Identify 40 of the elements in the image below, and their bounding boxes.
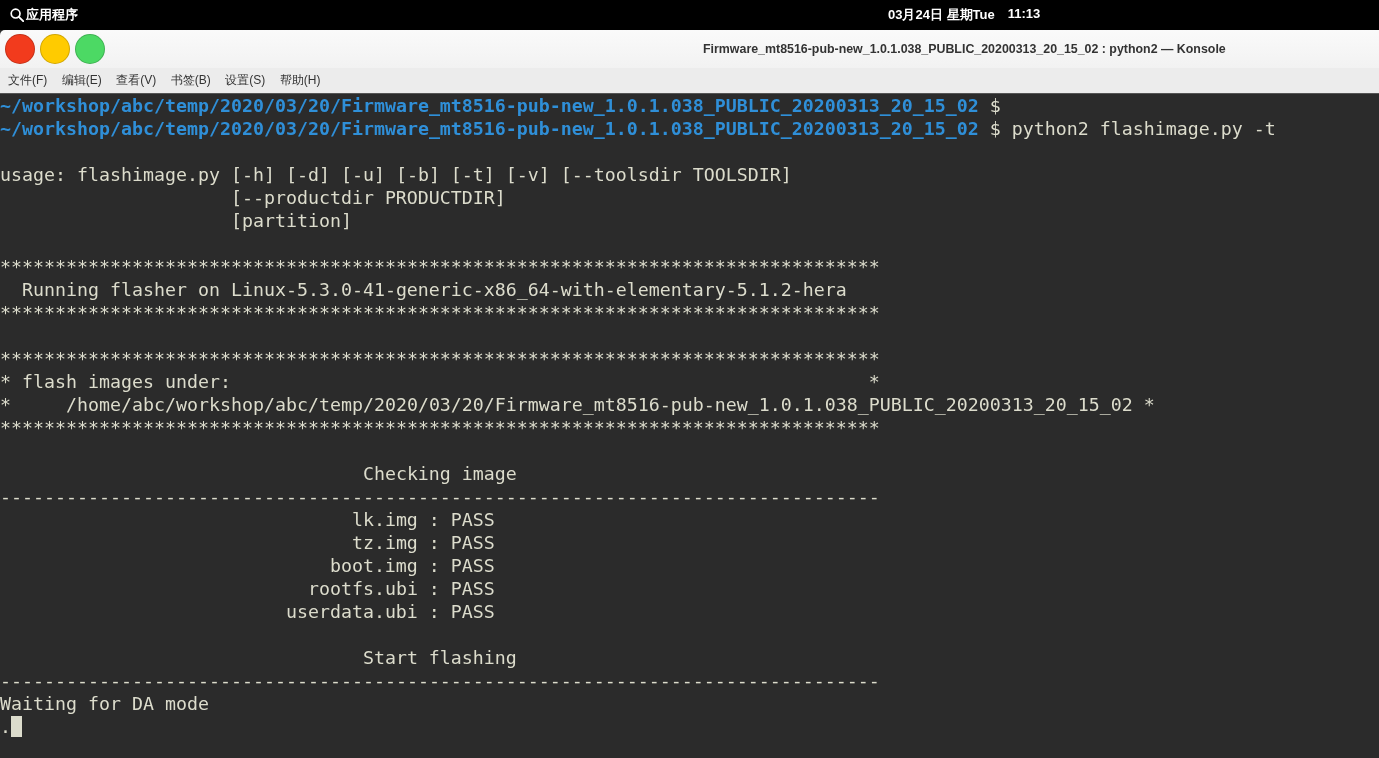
terminal-line: -------------------------------------------------------------------------------- [0,485,880,508]
terminal-line: ******************************************************************************** [0,255,880,278]
terminal-line: [--productdir PRODUCTDIR] [230,186,506,209]
terminal-line: -------------------------------------------------------------------------------- [0,669,880,692]
panel-time: 11:13 [1007,6,1041,23]
terminal-line: Checking image [362,462,517,485]
prompt-path: ~/workshop/abc/temp/2020/03/20/Firmware_mt8516-pub-new_1.0.1.038_PUBLIC_20200313_20_15_02 [0,118,979,139]
terminal-line: Running flasher on Linux-5.3.0-41-generic-x86_64-with-elementary-5.1.2-hera [22,278,847,301]
prompt-symbol: $ [989,95,1001,116]
terminal-line: ******************************************************************************** [0,301,880,324]
text-cursor [11,716,22,737]
terminal-line: . [0,716,11,737]
menu-item[interactable]: 设置(S) [219,69,272,92]
menu-item[interactable]: 文件(F) [2,69,54,92]
panel-date: 03月24日 星期Tue [888,6,995,24]
menu-item[interactable]: 编辑(E) [55,69,108,92]
clock-button[interactable]: 03月24日 星期Tue 11:13 [888,6,1041,24]
terminal-line: Start flashing [362,646,517,669]
terminal-line: userdata.ubi : PASS [285,600,495,623]
window-title: Firmware_mt8516-pub-new_1.0.1.038_PUBLIC_20200313_20_15_02 : python2 — Konsole [703,42,1226,56]
terminal-line: ******************************************************************************** [0,416,880,439]
applications-button[interactable]: 应用程序 [10,6,78,24]
terminal-line: * /home/abc/workshop/abc/temp/2020/03/20/Firmware_mt8516-pub-new_1.0.1.038_PUBLIC_20200313_20_15_02 * [0,393,1155,416]
menu-item[interactable]: 帮助(H) [273,69,327,92]
prompt-path: ~/workshop/abc/temp/2020/03/20/Firmware_mt8516-pub-new_1.0.1.038_PUBLIC_20200313_20_15_02 [0,95,979,116]
terminal-line: * flash images under: * [0,370,880,393]
terminal-line: ******************************************************************************** [0,347,880,370]
command-text: python2 flashimage.py -t [1011,118,1276,139]
terminal-line: lk.img : PASS [351,508,495,531]
terminal-line: boot.img : PASS [329,554,495,577]
terminal-line: Waiting for DA mode [0,692,209,715]
terminal-line: tz.img : PASS [351,531,495,554]
terminal-line: rootfs.ubi : PASS [307,577,495,600]
terminal-line: usage: flashimage.py [-h] [-d] [-u] [-b] [-t] [-v] [--toolsdir TOOLSDIR] [0,163,792,186]
prompt-symbol: $ [989,118,1001,139]
terminal-line: [partition] [230,209,352,232]
menu-item[interactable]: 查看(V) [110,69,163,92]
search-icon [10,8,24,22]
menu-item[interactable]: 书签(B) [164,69,217,92]
window-control-button[interactable] [5,34,35,64]
